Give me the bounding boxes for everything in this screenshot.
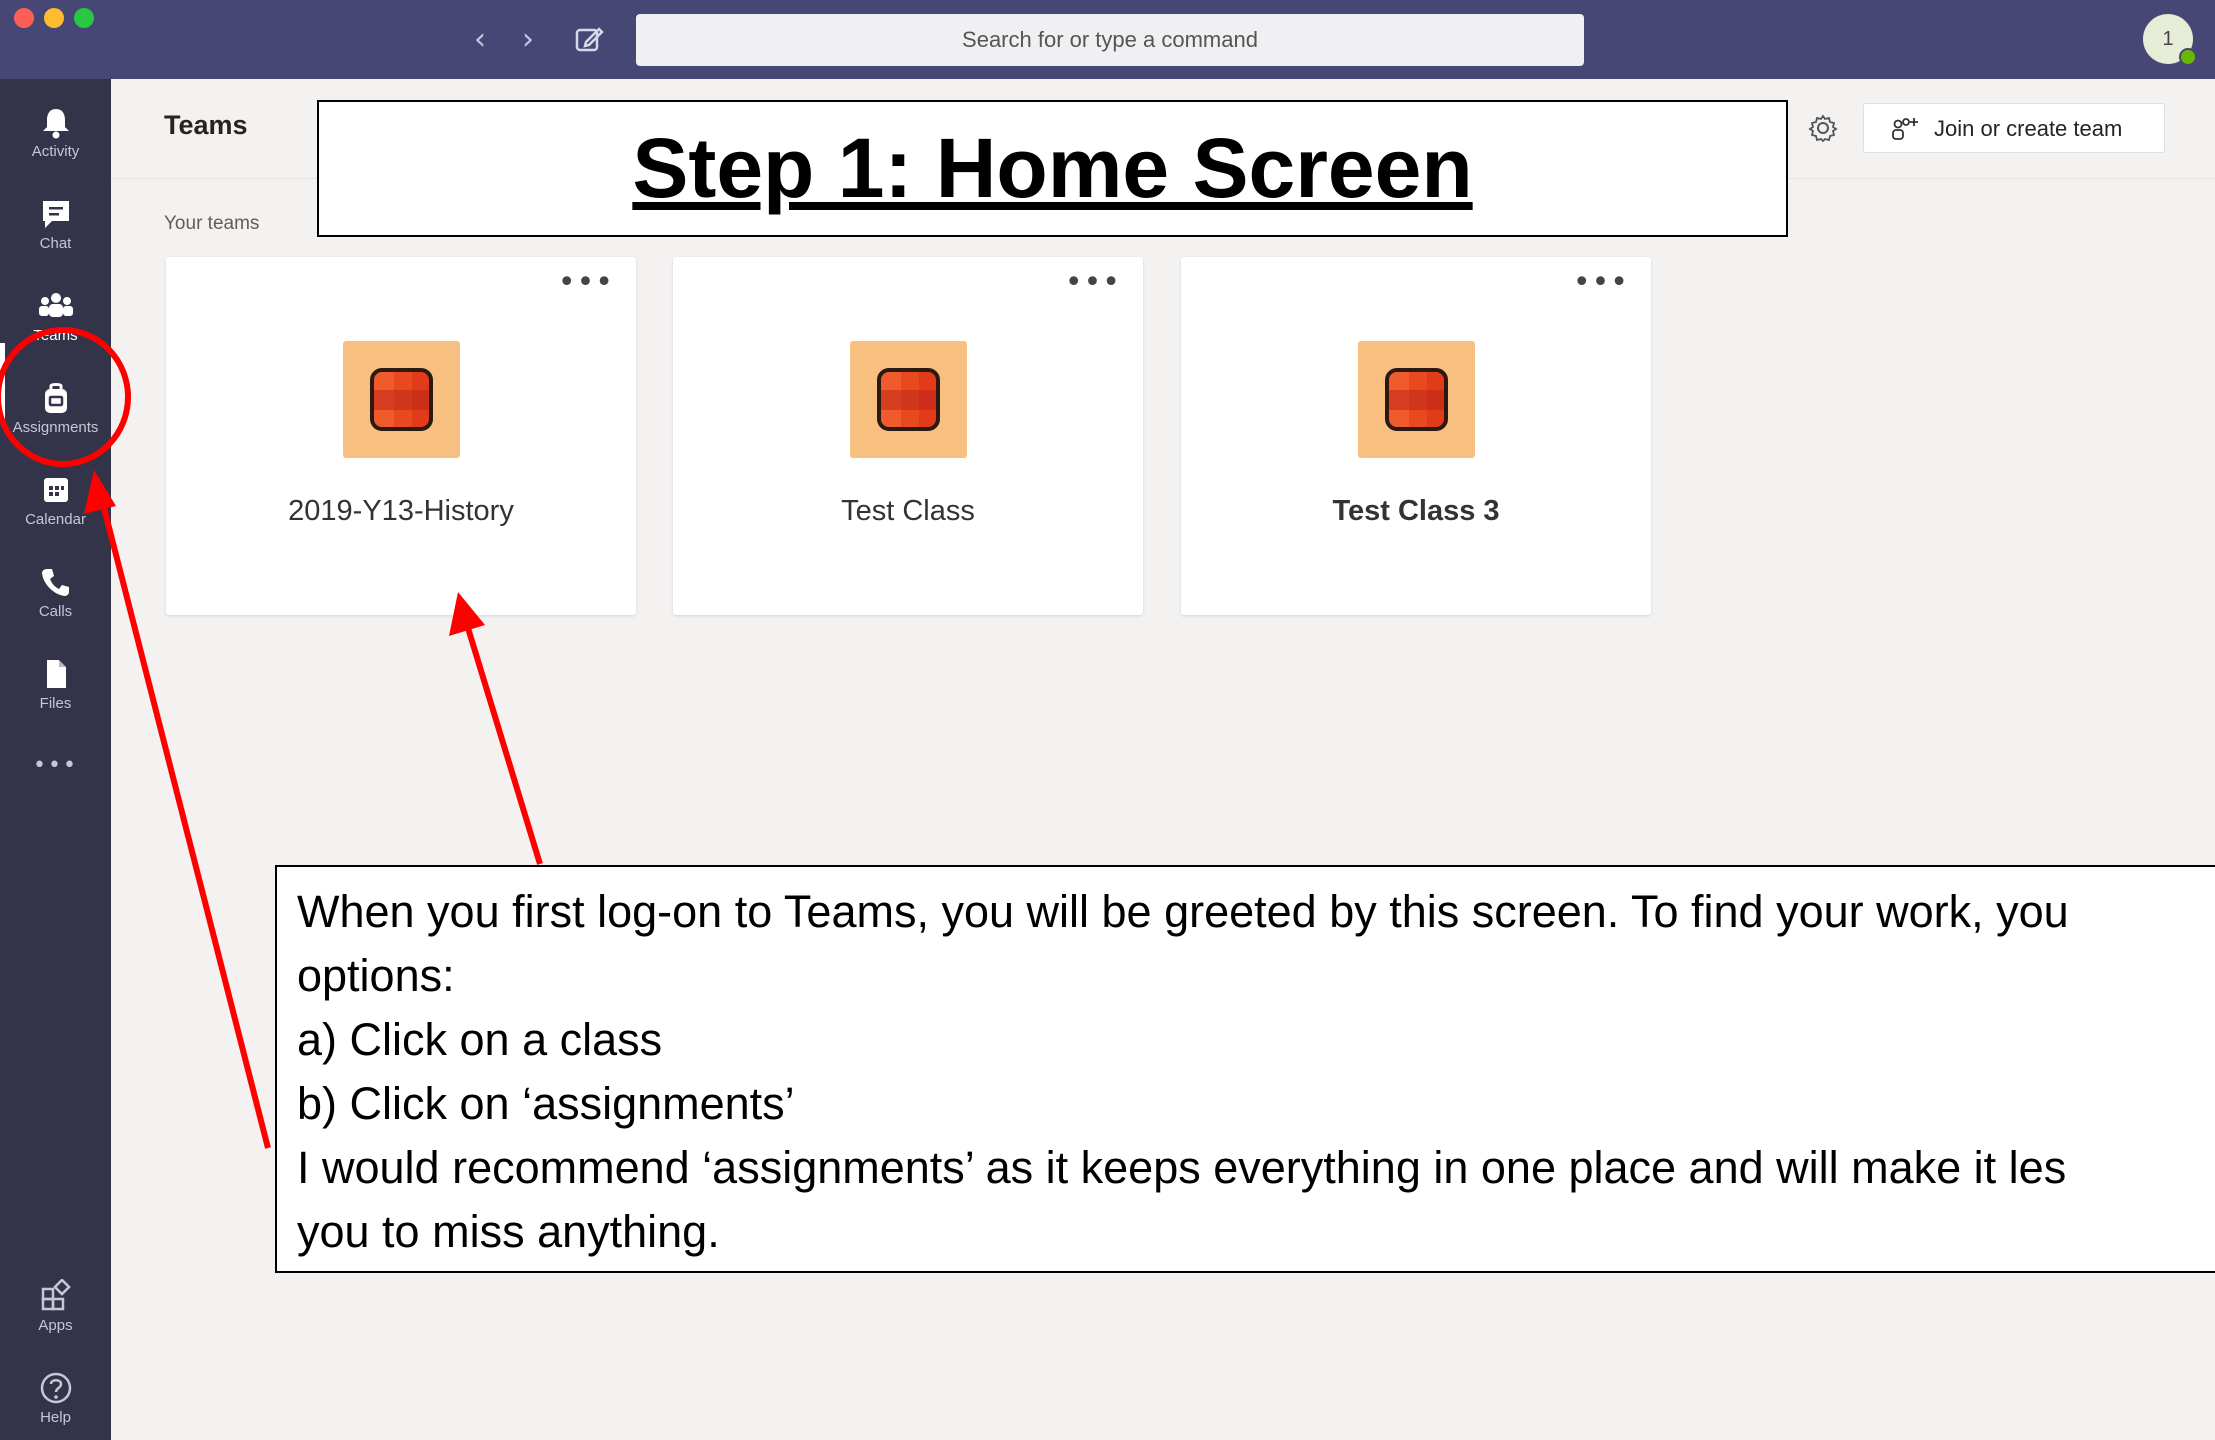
rail-label: Files: [39, 695, 72, 712]
avatar-initial: 1: [2162, 28, 2174, 50]
calendar-icon: [43, 478, 68, 502]
rail-item-calendar[interactable]: Calendar: [0, 459, 111, 549]
presence-badge: [2179, 48, 2197, 66]
rail-label: Assignments: [12, 419, 99, 436]
chat-icon: [42, 201, 69, 228]
more-options-icon[interactable]: •••: [558, 265, 614, 300]
instruction-line: options:: [297, 950, 455, 1001]
rail-label: Apps: [38, 1317, 73, 1334]
step-title: Step 1: Home Screen: [632, 121, 1473, 215]
rail-more-button[interactable]: •••: [0, 741, 111, 791]
gear-icon[interactable]: [1808, 113, 1838, 143]
rail-item-apps[interactable]: Apps: [0, 1265, 111, 1355]
phone-icon: [41, 569, 69, 596]
search-input[interactable]: Search for or type a command: [636, 14, 1584, 66]
instruction-line: I would recommend ‘assignments’ as it ke…: [297, 1142, 2067, 1193]
more-options-icon[interactable]: •••: [1573, 265, 1629, 300]
rail-item-activity[interactable]: Activity: [0, 91, 111, 181]
team-logo: [343, 341, 460, 458]
section-label: Your teams: [164, 213, 260, 234]
bell-icon: [42, 109, 69, 139]
apps-icon: [41, 1279, 71, 1311]
team-name: Test Class 3: [1332, 495, 1500, 527]
rail-item-teams[interactable]: Teams: [0, 275, 111, 365]
rail-label: Chat: [39, 235, 72, 252]
assignments-icon: [44, 383, 67, 413]
help-icon: [40, 1372, 71, 1404]
team-card[interactable]: ••• Test Class 3: [1181, 257, 1651, 615]
add-people-icon: [1892, 118, 1918, 140]
instruction-line: you to miss anything.: [297, 1206, 720, 1257]
team-name: 2019-Y13-History: [288, 495, 514, 527]
arrow-to-class: [465, 627, 543, 865]
rail-label: Help: [40, 1409, 71, 1426]
join-button-label: Join or create team: [1934, 116, 2123, 141]
rail-item-chat[interactable]: Chat: [0, 183, 111, 273]
join-or-create-team-button[interactable]: Join or create team: [1863, 103, 2165, 153]
teams-icon: [38, 293, 73, 317]
file-icon: [46, 660, 66, 688]
back-icon[interactable]: ‹: [474, 22, 486, 57]
team-card[interactable]: ••• Test Class: [673, 257, 1143, 615]
compose-icon[interactable]: [574, 24, 604, 54]
rail-label: Calls: [38, 603, 73, 620]
instruction-line: a) Click on a class: [297, 1014, 663, 1065]
app-rail: Activity Chat Teams Assignments Calendar…: [0, 79, 111, 1440]
rail-item-help[interactable]: Help: [0, 1357, 111, 1440]
rail-item-assignments[interactable]: Assignments: [0, 367, 111, 457]
instruction-line: When you first log-on to Teams, you will…: [297, 886, 2069, 937]
forward-icon[interactable]: ›: [522, 22, 534, 57]
page-title: Teams: [164, 110, 248, 140]
title-bar: ‹ › Search for or type a command 1: [0, 0, 2215, 79]
instruction-line: b) Click on ‘assignments’: [297, 1078, 795, 1129]
team-card[interactable]: ••• 2019-Y13-History: [166, 257, 636, 615]
rail-label: Calendar: [25, 511, 86, 528]
rail-label: Teams: [33, 327, 78, 344]
instruction-box: When you first log-on to Teams, you will…: [275, 865, 2215, 1273]
avatar[interactable]: 1: [2143, 14, 2197, 66]
rail-item-files[interactable]: Files: [0, 643, 111, 733]
team-name: Test Class: [841, 495, 975, 527]
rail-label: Activity: [31, 143, 80, 160]
maximize-window-button[interactable]: [74, 8, 94, 28]
minimize-window-button[interactable]: [44, 8, 64, 28]
step-title-box: Step 1: Home Screen: [317, 100, 1788, 237]
team-logo: [1358, 341, 1475, 458]
rail-item-calls[interactable]: Calls: [0, 551, 111, 641]
close-window-button[interactable]: [14, 8, 34, 28]
team-logo: [850, 341, 967, 458]
more-options-icon[interactable]: •••: [1065, 265, 1121, 300]
